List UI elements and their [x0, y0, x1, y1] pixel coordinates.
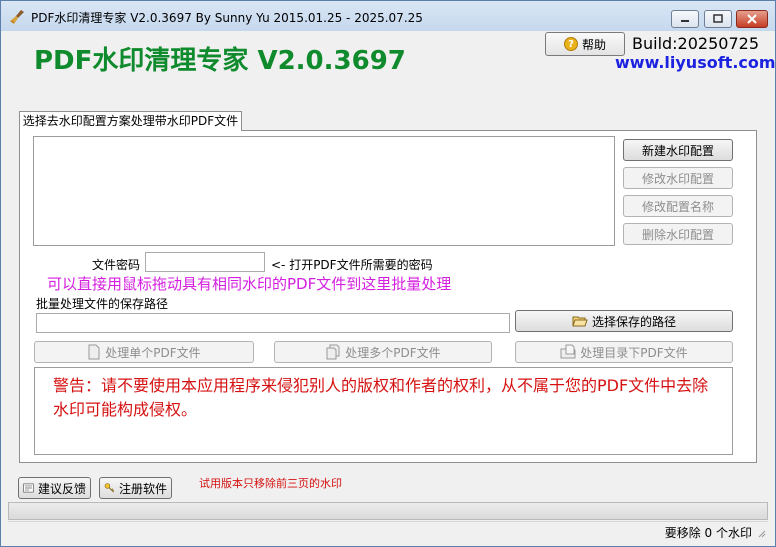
minimize-button[interactable]	[671, 10, 699, 28]
save-path-input[interactable]	[36, 313, 510, 333]
register-button[interactable]: 注册软件	[99, 477, 172, 499]
process-directory-button[interactable]: 处理目录下PDF文件	[515, 341, 733, 363]
file-icon	[88, 344, 100, 360]
password-input[interactable]	[145, 252, 265, 272]
choose-save-path-button[interactable]: 选择保存的路径	[515, 310, 733, 332]
multiple-files-icon	[326, 344, 340, 360]
process-multiple-label: 处理多个PDF文件	[345, 345, 441, 360]
register-label: 注册软件	[118, 481, 167, 496]
feedback-label: 建议反馈	[37, 481, 86, 496]
maximize-icon	[713, 14, 723, 23]
watermark-config-list[interactable]	[33, 136, 615, 246]
rename-config-button[interactable]: 修改配置名称	[623, 195, 733, 217]
app-window: PDF水印清理专家 V2.0.3697 By Sunny Yu 2015.01.…	[0, 0, 776, 547]
folder-open-icon	[572, 316, 588, 327]
close-button[interactable]	[736, 10, 768, 28]
key-icon	[104, 483, 114, 493]
app-brand-title: PDF水印清理专家 V2.0.3697	[34, 46, 406, 76]
process-single-button[interactable]: 处理单个PDF文件	[34, 341, 254, 363]
warning-box: 警告：请不要使用本应用程序来侵犯别人的版权和作者的权利，从不属于您的PDF文件中…	[34, 367, 733, 455]
help-button[interactable]: ? 帮助	[545, 32, 625, 56]
website-link[interactable]: www.liyusoft.com	[615, 53, 775, 72]
process-multiple-button[interactable]: 处理多个PDF文件	[274, 341, 492, 363]
status-text: 要移除 0 个水印	[664, 526, 752, 540]
progress-bar	[8, 502, 768, 520]
drag-drop-hint: 可以直接用鼠标拖动具有相同水印的PDF文件到这里批量处理	[47, 275, 452, 293]
save-path-label: 批量处理文件的保存路径	[36, 297, 169, 311]
window-title: PDF水印清理专家 V2.0.3697 By Sunny Yu 2015.01.…	[31, 11, 423, 25]
status-bar: 要移除 0 个水印	[8, 521, 768, 540]
close-icon	[747, 14, 757, 24]
delete-config-button[interactable]: 删除水印配置	[623, 223, 733, 245]
process-single-label: 处理单个PDF文件	[105, 345, 201, 360]
edit-config-button[interactable]: 修改水印配置	[623, 167, 733, 189]
resize-grip-icon[interactable]	[756, 528, 766, 538]
password-label: 文件密码	[92, 258, 141, 272]
minimize-icon	[681, 20, 689, 22]
new-config-button[interactable]: 新建水印配置	[623, 139, 733, 161]
help-button-label: 帮助	[581, 37, 606, 52]
choose-save-path-label: 选择保存的路径	[591, 314, 676, 329]
trial-note: 试用版本只移除前三页的水印	[199, 477, 342, 490]
title-bar[interactable]: PDF水印清理专家 V2.0.3697 By Sunny Yu 2015.01.…	[1, 1, 775, 31]
process-directory-label: 处理目录下PDF文件	[580, 345, 688, 360]
maximize-button[interactable]	[704, 10, 732, 28]
app-broom-icon	[10, 10, 24, 24]
password-hint: <- 打开PDF文件所需要的密码	[271, 258, 433, 272]
warning-text: 警告：请不要使用本应用程序来侵犯别人的版权和作者的权利，从不属于您的PDF文件中…	[53, 376, 709, 419]
feedback-button[interactable]: 建议反馈	[18, 477, 91, 499]
feedback-icon	[23, 483, 34, 493]
build-number: Build:20250725	[632, 34, 759, 53]
tab-watermark-config[interactable]: 选择去水印配置方案处理带水印PDF文件	[19, 111, 242, 131]
main-content: PDF水印清理专家 V2.0.3697 ? 帮助 Build:20250725 …	[8, 31, 775, 540]
help-question-icon: ?	[563, 37, 578, 51]
folder-files-icon	[560, 344, 576, 359]
tab-panel: 新建水印配置 修改水印配置 修改配置名称 删除水印配置 文件密码 <- 打开PD…	[19, 130, 757, 463]
